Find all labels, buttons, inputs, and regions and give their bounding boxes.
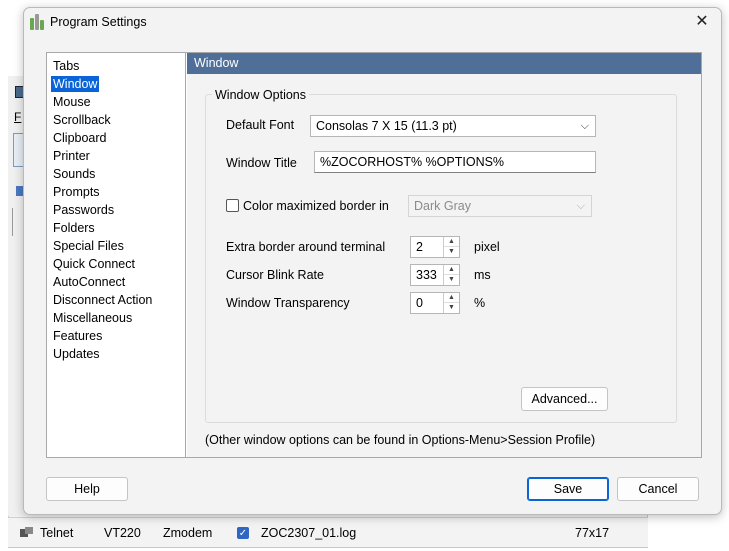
default-font-value: Consolas 7 X 15 (11.3 pt) — [316, 119, 457, 133]
file-menu-letter[interactable]: F — [14, 110, 21, 124]
nav-item-autoconnect[interactable]: AutoConnect — [47, 273, 185, 291]
nav-item-updates[interactable]: Updates — [47, 345, 185, 363]
program-icon — [30, 14, 44, 30]
blink-rate-unit: ms — [474, 268, 491, 282]
dialog-title: Program Settings — [50, 15, 147, 29]
settings-content: Window Window Options Default Font Conso… — [187, 53, 701, 457]
log-checkbox-icon[interactable]: ✓ — [237, 527, 249, 539]
nav-item-printer[interactable]: Printer — [47, 147, 185, 165]
default-font-label: Default Font — [226, 118, 295, 132]
close-button[interactable]: ✕ — [691, 11, 713, 33]
extra-border-label: Extra border around terminal — [226, 240, 386, 254]
nav-item-label: Features — [53, 329, 103, 343]
status-transfer: Zmodem — [163, 526, 213, 540]
nav-item-quick-connect[interactable]: Quick Connect — [47, 255, 185, 273]
blink-rate-label: Cursor Blink Rate — [226, 268, 324, 282]
cancel-button[interactable]: Cancel — [617, 477, 699, 501]
status-protocol-label: Telnet — [40, 526, 74, 540]
transparency-value: 0 — [416, 296, 423, 310]
default-font-select[interactable]: Consolas 7 X 15 (11.3 pt) ⌵ — [310, 115, 596, 137]
spin-up-icon[interactable]: ▲ — [444, 265, 459, 275]
chevron-down-icon: ⌵ — [580, 120, 589, 132]
dialog-titlebar[interactable]: Program Settings ✕ — [24, 8, 721, 38]
nav-item-label: AutoConnect — [53, 275, 126, 289]
border-color-select[interactable]: Dark Gray ⌵ — [408, 195, 592, 217]
network-icon — [20, 527, 34, 539]
nav-item-label: Scrollback — [53, 113, 111, 127]
nav-item-label: Folders — [53, 221, 95, 235]
section-header: Window — [187, 53, 701, 74]
window-options-group: Window Options Default Font Consolas 7 X… — [205, 88, 677, 423]
transparency-unit: % — [474, 296, 486, 310]
nav-item-label: Special Files — [53, 239, 124, 253]
nav-item-features[interactable]: Features — [47, 327, 185, 345]
extra-border-unit: pixel — [474, 240, 500, 254]
spin-down-icon[interactable]: ▼ — [444, 247, 459, 257]
nav-item-label: Prompts — [53, 185, 100, 199]
nav-item-scrollback[interactable]: Scrollback — [47, 111, 185, 129]
advanced-button[interactable]: Advanced... — [521, 387, 608, 411]
nav-item-passwords[interactable]: Passwords — [47, 201, 185, 219]
spin-up-icon[interactable]: ▲ — [444, 237, 459, 247]
nav-item-label: Disconnect Action — [53, 293, 153, 307]
program-settings-dialog: Program Settings ✕ Tabs Window Mouse Scroll… — [23, 7, 722, 515]
footnote-text: (Other window options can be found in Op… — [205, 433, 596, 447]
status-bar: Telnet VT220 Zmodem ✓ ZOC2307_01.log 77x… — [8, 517, 648, 547]
nav-item-label: Clipboard — [53, 131, 107, 145]
nav-item-window[interactable]: Window — [47, 75, 185, 93]
border-color-value: Dark Gray — [414, 199, 471, 213]
nav-item-tabs[interactable]: Tabs — [47, 57, 185, 75]
status-log-file: ZOC2307_01.log — [261, 526, 357, 540]
status-logging[interactable]: ✓ ZOC2307_01.log — [237, 526, 356, 540]
status-size: 77x17 — [575, 526, 610, 540]
nav-item-miscellaneous[interactable]: Miscellaneous — [47, 309, 185, 327]
nav-item-clipboard[interactable]: Clipboard — [47, 129, 185, 147]
blink-rate-value: 333 — [416, 268, 437, 282]
nav-item-mouse[interactable]: Mouse — [47, 93, 185, 111]
spin-down-icon[interactable]: ▼ — [444, 303, 459, 313]
transparency-spinner[interactable]: 0 ▲ ▼ — [410, 292, 460, 314]
nav-item-label: Passwords — [53, 203, 115, 217]
spin-up-icon[interactable]: ▲ — [444, 293, 459, 303]
nav-item-label: Tabs — [53, 59, 80, 73]
save-button[interactable]: Save — [527, 477, 609, 501]
color-border-label[interactable]: Color maximized border in — [243, 199, 389, 213]
nav-item-sounds[interactable]: Sounds — [47, 165, 185, 183]
nav-item-disconnect-action[interactable]: Disconnect Action — [47, 291, 185, 309]
status-emulation: VT220 — [104, 526, 141, 540]
spin-down-icon[interactable]: ▼ — [444, 275, 459, 285]
help-button[interactable]: Help — [46, 477, 128, 501]
nav-item-label: Mouse — [53, 95, 91, 109]
nav-item-special-files[interactable]: Special Files — [47, 237, 185, 255]
extra-border-value: 2 — [416, 240, 423, 254]
blink-rate-spinner[interactable]: 333 ▲ ▼ — [410, 264, 460, 286]
transparency-label: Window Transparency — [226, 296, 350, 310]
nav-item-folders[interactable]: Folders — [47, 219, 185, 237]
chevron-down-icon: ⌵ — [576, 200, 585, 212]
settings-panel: Tabs Window Mouse Scrollback Clipboard Printe… — [46, 52, 702, 458]
nav-item-label: Printer — [53, 149, 90, 163]
settings-category-list: Tabs Window Mouse Scrollback Clipboard Printe… — [47, 53, 186, 457]
color-border-checkbox[interactable] — [226, 199, 239, 212]
nav-item-label: Quick Connect — [53, 257, 135, 271]
status-protocol: Telnet — [20, 526, 73, 540]
nav-item-label: Sounds — [53, 167, 96, 181]
nav-item-label: Miscellaneous — [53, 311, 133, 325]
window-title-label: Window Title — [226, 156, 297, 170]
window-title-input[interactable]: %ZOCORHOST% %OPTIONS% — [314, 151, 596, 173]
group-title: Window Options — [212, 88, 310, 102]
nav-item-label: Updates — [53, 347, 100, 361]
extra-border-spinner[interactable]: 2 ▲ ▼ — [410, 236, 460, 258]
nav-item-prompts[interactable]: Prompts — [47, 183, 185, 201]
nav-item-label: Window — [51, 76, 100, 92]
